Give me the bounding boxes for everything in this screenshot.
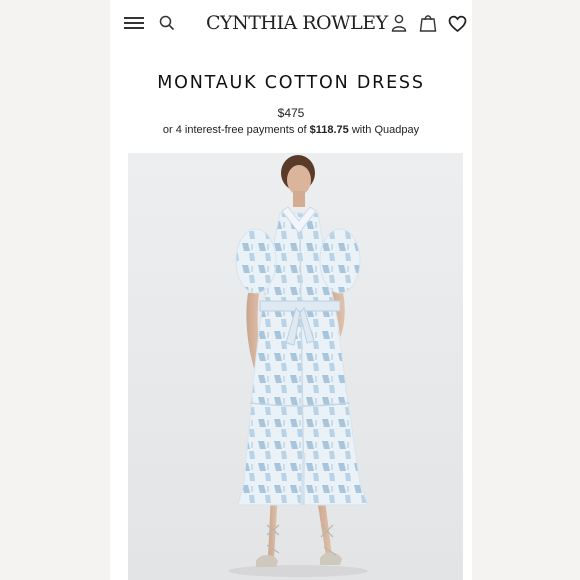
hamburger-menu-icon[interactable] bbox=[124, 15, 144, 31]
installment-info: or 4 interest-free payments of $118.75 w… bbox=[110, 122, 472, 138]
installment-provider: with Quadpay bbox=[351, 124, 420, 136]
page-frame: CYNTHIA ROWLEY MONTAUK COTTON DRESS $475… bbox=[110, 0, 472, 580]
heart-icon[interactable] bbox=[448, 15, 467, 33]
shopping-bag-icon[interactable] bbox=[419, 13, 437, 32]
user-icon[interactable] bbox=[391, 13, 407, 32]
installment-amount: $118.75 bbox=[309, 124, 349, 136]
product-image[interactable] bbox=[128, 153, 463, 580]
product-price: $475 bbox=[277, 106, 305, 120]
brand-logo[interactable]: CYNTHIA ROWLEY bbox=[206, 10, 388, 36]
product-title: MONTAUK COTTON DRESS bbox=[157, 73, 425, 93]
site-header: CYNTHIA ROWLEY bbox=[110, 0, 472, 48]
search-icon[interactable] bbox=[158, 14, 176, 32]
installment-prefix: or 4 interest-free payments of bbox=[162, 124, 307, 136]
